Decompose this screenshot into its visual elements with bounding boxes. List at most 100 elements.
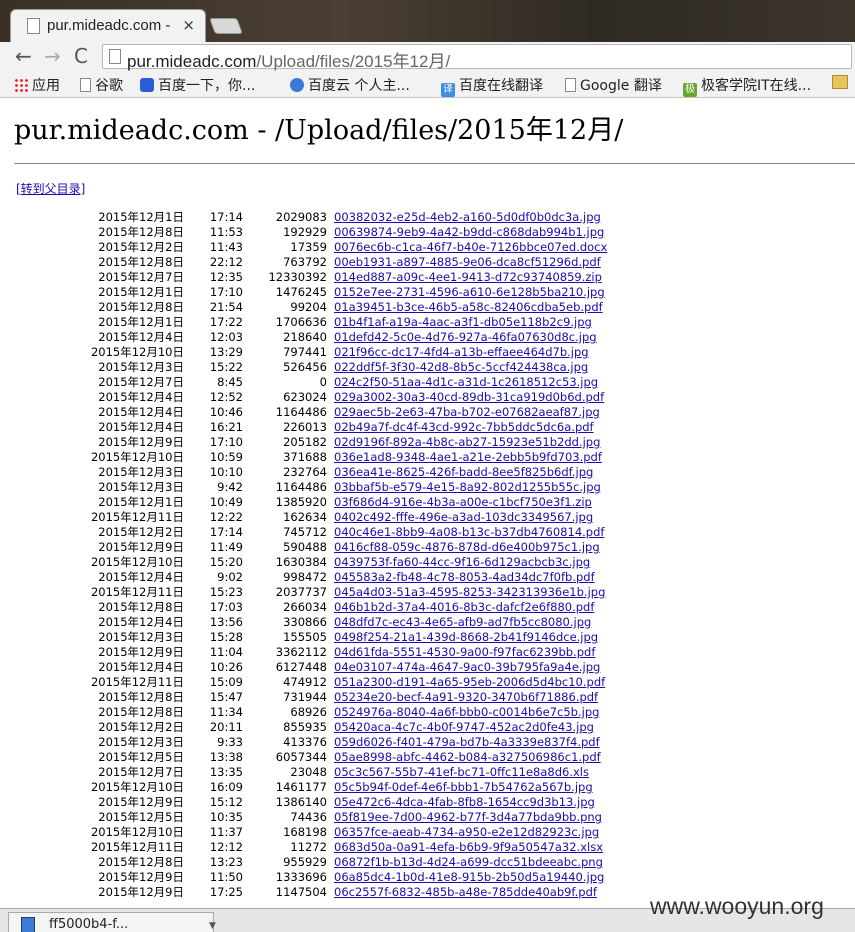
file-link[interactable]: 05f819ee-7d00-4962-b77f-3d4a77bda9bb.png [334,810,602,825]
file-size: 1164486 [275,405,327,419]
file-row: 2015年12月3日 9:42 1164486 03bbaf5b-e579-4e15-… [0,480,855,495]
url-path: /Upload/files/2015年12月/ [256,52,451,71]
file-link[interactable]: 06c2557f-6832-485b-a48e-785dde40ab9f.pdf [334,885,597,900]
close-icon[interactable]: × [182,16,195,34]
file-link[interactable]: 0402c492-fffe-496e-a3ad-103dc3349567.jpg [334,510,593,525]
bookmark-translate[interactable]: 译百度在线翻译 [441,75,543,97]
bookmark-apps[interactable]: 应用 [14,75,60,95]
file-link[interactable]: 00639874-9eb9-4a42-b9dd-c868dab994b1.jpg [334,225,604,240]
file-link[interactable]: 059d6026-f401-479a-bd7b-4a3339e837f4.pdf [334,735,600,750]
browser-tab[interactable]: pur.mideadc.com - × [10,9,206,43]
back-icon[interactable]: ← [15,44,32,68]
file-row: 2015年12月9日 11:49 590488 0416cf88-059c-4876-… [0,540,855,555]
file-link[interactable]: 06a85dc4-1b0d-41e8-915b-2b50d5a19440.jpg [334,870,604,885]
forward-icon[interactable]: → [44,44,61,68]
chevron-down-icon[interactable]: ▼ [209,921,216,931]
parent-directory-link[interactable]: [转到父目录] [16,180,85,197]
title-bar: pur.mideadc.com - × [0,0,855,43]
file-date: 2015年12月3日 [98,735,184,749]
file-link[interactable]: 021f96cc-dc17-4fd4-a13b-effaee464d7b.jpg [334,345,589,360]
file-link[interactable]: 040c46e1-8bb9-4a08-b13c-b37db4760814.pdf [334,525,604,540]
file-link[interactable]: 0524976a-8040-4a6f-bbb0-c0014b6e7c5b.jpg [334,705,599,720]
address-bar[interactable]: pur.mideadc.com/Upload/files/2015年12月/ [102,44,852,72]
file-link[interactable]: 03f686d4-916e-4b3a-a00e-c1bcf750e3f1.zip [334,495,592,510]
file-time: 17:10 [209,435,243,449]
bookmark-jike[interactable]: 极极客学院IT在线... [683,75,811,97]
file-time: 20:11 [209,720,243,734]
file-link[interactable]: 05420aca-4c7c-4b0f-9747-452ac2d0fe43.jpg [334,720,594,735]
file-link[interactable]: 024c2f50-51aa-4d1c-a31d-1c2618512c53.jpg [334,375,598,390]
file-row: 2015年12月8日 11:53 192929 00639874-9eb9-4a42-… [0,225,855,240]
file-link[interactable]: 01a39451-b3ce-46b5-a58c-82406cdba5eb.pdf [334,300,603,315]
file-size: 855935 [283,720,327,734]
download-item[interactable]: ff5000b4-f... ▼ [8,912,216,932]
file-link[interactable]: 06357fce-aeab-4734-a950-e2e12d82923c.jpg [334,825,599,840]
file-row: 2015年12月2日 11:43 17359 0076ec6b-c1ca-46f7-b… [0,240,855,255]
new-tab-button[interactable] [209,18,243,34]
bookmark-google[interactable]: 谷歌 [80,75,123,95]
file-link[interactable]: 05234e20-becf-4a91-9320-3470b6f71886.pdf [334,690,598,705]
file-date: 2015年12月8日 [98,690,184,704]
file-link[interactable]: 0683d50a-0a91-4efa-b6b9-9f9a50547a32.xls… [334,840,603,855]
file-time: 17:25 [209,885,243,899]
file-link[interactable]: 06872f1b-b13d-4d24-a699-dcc51bdeeabc.png [334,855,603,870]
file-date: 2015年12月7日 [98,765,184,779]
file-link[interactable]: 05c3c567-55b7-41ef-bc71-0ffc11e8a8d6.xls [334,765,589,780]
url-text[interactable]: pur.mideadc.com/Upload/files/2015年12月/ [127,47,450,72]
file-link[interactable]: 04e03107-474a-4647-9ac0-39b795fa9a4e.jpg [334,660,600,675]
file-size: 218640 [283,330,327,344]
file-time: 22:12 [209,255,243,269]
file-date: 2015年12月9日 [98,795,184,809]
file-link[interactable]: 029a3002-30a3-40cd-89db-31ca919d0b6d.pdf [334,390,604,405]
file-link[interactable]: 00eb1931-a897-4885-9e06-dca8cf51296d.pdf [334,255,601,270]
bookmark-baiduyun[interactable]: 百度云 个人主... [290,75,410,95]
file-link[interactable]: 014ed887-a09c-4ee1-9413-d72c93740859.zip [334,270,602,285]
apps-icon [14,78,28,92]
file-link[interactable]: 01defd42-5c0e-4d76-927a-46fa07630d8c.jpg [334,330,597,345]
file-time: 16:09 [209,780,243,794]
file-link[interactable]: 03bbaf5b-e579-4e15-8a92-802d1255b55c.jpg [334,480,601,495]
watermark: www.wooyun.org [650,893,824,919]
file-link[interactable]: 0152e7ee-2731-4596-a610-6e128b5ba210.jpg [334,285,605,300]
file-link[interactable]: 0439753f-fa60-44cc-9f16-6d129acbcb3c.jpg [334,555,590,570]
file-link[interactable]: 02d9196f-892a-4b8c-ab27-15923e51b2dd.jpg [334,435,600,450]
file-link[interactable]: 05c5b94f-0def-4e6f-bbb1-7b54762a567b.jpg [334,780,593,795]
bookmark-baidu[interactable]: 百度一下，你... [140,75,255,95]
file-size: 1385920 [275,495,327,509]
file-time: 11:49 [209,540,243,554]
file-link[interactable]: 0416cf88-059c-4876-878d-d6e400b975c1.jpg [334,540,600,555]
file-date: 2015年12月11日 [90,585,184,599]
file-link[interactable]: 045583a2-fb48-4c78-8053-4ad34dc7f0fb.pdf [334,570,595,585]
file-size: 68926 [290,705,327,719]
file-row: 2015年12月8日 21:54 99204 01a39451-b3ce-46b5-a… [0,300,855,315]
file-time: 13:38 [209,750,243,764]
file-link[interactable]: 00382032-e25d-4eb2-a160-5d0df0b0dc3a.jpg [334,210,601,225]
file-link[interactable]: 022ddf5f-3f30-42d8-8b5c-5ccf424438ca.jpg [334,360,588,375]
page-icon [27,18,40,34]
file-link[interactable]: 048dfd7c-ec43-4e65-afb9-ad7fb5cc8080.jpg [334,615,591,630]
file-link[interactable]: 036e1ad8-9348-4ae1-a21e-2ebb5b9fd703.pdf [334,450,602,465]
file-link[interactable]: 0498f254-21a1-439d-8668-2b41f9146dce.jpg [334,630,598,645]
file-link[interactable]: 02b49a7f-dc4f-43cd-992c-7bb5ddc5dc6a.pdf [334,420,594,435]
file-link[interactable]: 046b1b2d-37a4-4016-8b3c-dafcf2e6f880.pdf [334,600,594,615]
bookmark-google-translate[interactable]: Google 翻译 [565,75,662,95]
file-row: 2015年12月10日 10:59 371688 036e1ad8-9348-4ae1… [0,450,855,465]
file-link[interactable]: 04d61fda-5551-4530-9a00-f97fac6239bb.pdf [334,645,595,660]
file-size: 797441 [283,345,327,359]
file-link[interactable]: 05ae8998-abfc-4462-b084-a327506986c1.pdf [334,750,601,765]
file-time: 10:26 [209,660,243,674]
file-row: 2015年12月1日 17:14 2029083 00382032-e25d-4eb2… [0,210,855,225]
reload-icon[interactable]: C [74,44,88,68]
file-link[interactable]: 05e472c6-4dca-4fab-8fb8-1654cc9d3b13.jpg [334,795,595,810]
file-link[interactable]: 045a4d03-51a3-4595-8253-342313936e1b.jpg [334,585,605,600]
file-link[interactable]: 051a2300-d191-4a65-95eb-2006d5d4bc10.pdf [334,675,605,690]
file-time: 21:54 [209,300,243,314]
file-date: 2015年12月8日 [98,600,184,614]
file-link[interactable]: 029aec5b-2e63-47ba-b702-e07682aeaf87.jpg [334,405,600,420]
bookmark-folder[interactable] [832,75,852,91]
file-size: 623024 [283,390,327,404]
file-link[interactable]: 01b4f1af-a19a-4aac-a3f1-db05e118b2c9.jpg [334,315,592,330]
file-date: 2015年12月4日 [98,615,184,629]
file-link[interactable]: 036ea41e-8625-426f-badd-8ee5f825b6df.jpg [334,465,593,480]
file-link[interactable]: 0076ec6b-c1ca-46f7-b40e-7126bbce07ed.doc… [334,240,607,255]
